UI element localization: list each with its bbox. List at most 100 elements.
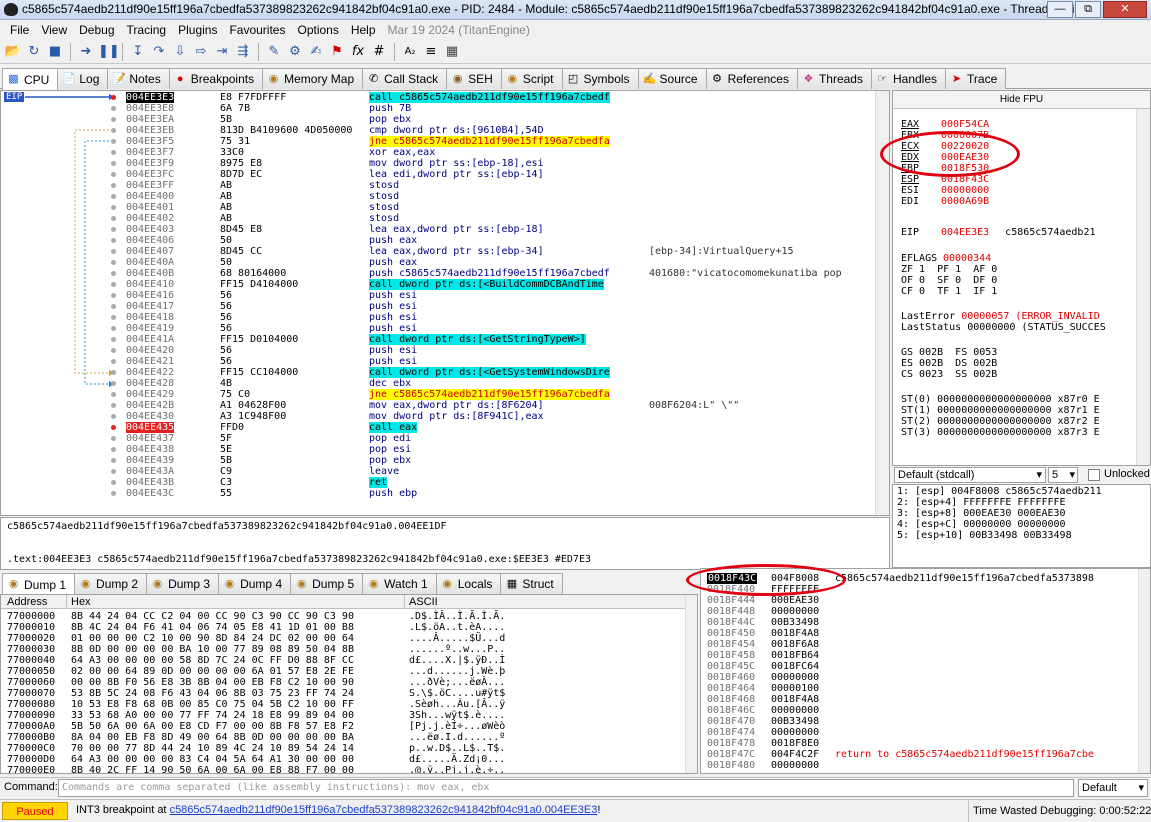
stack-row[interactable]: 0018F458 0018FB64 — [701, 650, 1137, 661]
tab-log[interactable]: 📄 Log — [57, 68, 109, 89]
gutter-dot[interactable] — [111, 260, 116, 265]
stack-row[interactable]: 0018F448 00000000 — [701, 606, 1137, 617]
gutter-dot[interactable] — [111, 392, 116, 397]
gutter-dot[interactable] — [111, 491, 116, 496]
tab-source[interactable]: ✍ Source — [637, 68, 707, 89]
tab-call-stack[interactable]: ✆ Call Stack — [362, 68, 448, 89]
gutter-dot[interactable] — [111, 271, 116, 276]
scylla-icon[interactable]: ✎ — [265, 43, 283, 61]
menu-favourites[interactable]: Favourites — [223, 23, 291, 37]
tab-script[interactable]: ◉ Script — [500, 68, 563, 89]
tab-threads[interactable]: ❖ Threads — [796, 68, 872, 89]
disasm-row[interactable]: 004EE3FC 8D7D EC lea edi,dword ptr ss:[ebp… — [123, 169, 875, 180]
gutter-dot[interactable] — [111, 304, 116, 309]
tab-seh[interactable]: ◉ SEH — [446, 68, 502, 89]
disasm-row[interactable]: 004EE429 75 C0 jne c5865c574aedb211df90e15… — [123, 389, 875, 400]
fpu-row-2[interactable]: ST(2) 0000000000000000000 x87r2 E — [901, 416, 1100, 427]
gutter-dot[interactable] — [111, 194, 116, 199]
column-ascii[interactable]: ASCII — [409, 595, 438, 609]
menu-file[interactable]: File — [4, 23, 35, 37]
gutter-dot[interactable] — [111, 337, 116, 342]
dump-row[interactable]: 77000070 53 8B 5C 24 08 F6 43 04 06 8B 03… — [1, 688, 685, 699]
unlocked-checkbox[interactable] — [1088, 469, 1100, 481]
calculator-icon[interactable]: ▦ — [443, 43, 461, 61]
dump-row[interactable]: 770000E0 8B 40 2C FF 14 90 50 6A 00 6A 00… — [1, 765, 685, 773]
tab-memory-map[interactable]: ◉ Memory Map — [262, 68, 364, 89]
last-status-value[interactable]: 00000000 — [967, 322, 1015, 333]
run-icon[interactable]: ➜ — [77, 43, 95, 61]
gutter-dot[interactable] — [111, 106, 116, 111]
disasm-row[interactable]: 004EE43C 55 push ebp — [123, 488, 875, 499]
registers-scrollbar[interactable] — [1136, 109, 1150, 465]
fpu-row-1[interactable]: ST(1) 0000000000000000000 x87r1 E — [901, 405, 1100, 416]
command-mode-select[interactable]: Default ▾ — [1078, 779, 1148, 797]
stack-row[interactable]: 0018F478 0018F8E0 — [701, 738, 1137, 749]
tab-dump-2[interactable]: ◉ Dump 2 — [74, 573, 148, 594]
breakpoint-dot[interactable] — [111, 425, 116, 430]
dump-row[interactable]: 77000090 33 53 68 A0 00 00 77 FF 74 24 18… — [1, 710, 685, 721]
dump-row[interactable]: 770000A0 5B 50 6A 00 6A 00 E8 CD F7 00 00… — [1, 721, 685, 732]
tab-struct[interactable]: ▦ Struct — [500, 573, 563, 594]
dump-pane[interactable]: Address Hex ASCII 77000000 8B 44 24 04 CC… — [0, 594, 698, 774]
gutter-dot[interactable] — [111, 95, 116, 100]
restart-icon[interactable]: ↻ — [25, 43, 43, 61]
stack-row[interactable]: 0018F480 00000000 — [701, 760, 1137, 771]
disasm-row[interactable]: 004EE419 56 push esi — [123, 323, 875, 334]
dump-row[interactable]: 77000050 02 00 00 64 89 0D 00 00 00 00 6A… — [1, 666, 685, 677]
column-hex[interactable]: Hex — [71, 595, 91, 609]
stack-row[interactable]: 0018F46C 00000000 — [701, 705, 1137, 716]
eflags-value[interactable]: 00000344 — [943, 253, 991, 264]
command-input[interactable]: Commands are comma separated (like assem… — [58, 779, 1074, 797]
menu-tracing[interactable]: Tracing — [121, 23, 173, 37]
stack-row[interactable]: 0018F474 00000000 — [701, 727, 1137, 738]
gutter-dot[interactable] — [111, 183, 116, 188]
gutter-dot[interactable] — [111, 205, 116, 210]
stack-pane[interactable]: 0018F43C 004F8008 c5865c574aedb211df90e15f… — [700, 568, 1151, 774]
gutter-dot[interactable] — [111, 315, 116, 320]
dump-row[interactable]: 770000D0 64 A3 00 00 00 00 83 C4 04 5A 64… — [1, 754, 685, 765]
tab-notes[interactable]: 📝 Notes — [107, 68, 170, 89]
disasm-row[interactable]: 004EE3E3 E8 F7FDFFFF call c5865c574aedb211… — [123, 92, 875, 103]
trace-into-icon[interactable]: ⇩ — [171, 43, 189, 61]
tab-handles[interactable]: ☞ Handles — [870, 68, 947, 89]
gutter-dot[interactable] — [111, 172, 116, 177]
disasm-row[interactable]: 004EE3EA 5B pop ebx — [123, 114, 875, 125]
tab-cpu[interactable]: ▩ CPU — [2, 68, 59, 90]
restore-button[interactable]: ⧉ — [1075, 1, 1101, 18]
gutter-dot[interactable] — [111, 359, 116, 364]
disasm-row[interactable]: 004EE3EB 813D B4109600 4D050000 cmp dword … — [123, 125, 875, 136]
tab-symbols[interactable]: ◰ Symbols — [561, 68, 639, 89]
gutter-dot[interactable] — [111, 238, 116, 243]
dump-row[interactable]: 77000020 01 00 00 00 C2 10 00 90 8D 84 24… — [1, 633, 685, 644]
disasm-row[interactable]: 004EE41A FF15 D0104000 call dword ptr ds:[… — [123, 334, 875, 345]
gutter-dot[interactable] — [111, 293, 116, 298]
tab-dump-5[interactable]: ◉ Dump 5 — [290, 573, 364, 594]
column-address[interactable]: Address — [7, 595, 47, 609]
disasm-row[interactable]: 004EE438 5E pop esi — [123, 444, 875, 455]
strings-icon[interactable]: A₂ — [401, 43, 419, 61]
gutter-dot[interactable] — [111, 128, 116, 133]
gutter-dot[interactable] — [111, 117, 116, 122]
dump-row[interactable]: 77000000 8B 44 24 04 CC C2 04 00 CC 90 C3… — [1, 611, 685, 622]
run-to-user-code-icon[interactable]: ⇶ — [234, 43, 252, 61]
gutter-dot[interactable] — [111, 403, 116, 408]
arguments-pane[interactable]: 1: [esp] 004F8008 c5865c574aedb211 2: [e… — [892, 484, 1151, 568]
disasm-row[interactable]: 004EE418 56 push esi — [123, 312, 875, 323]
disasm-row[interactable]: 004EE406 50 push eax — [123, 235, 875, 246]
gutter-dot[interactable] — [111, 227, 116, 232]
minimize-button[interactable]: — — [1047, 1, 1073, 18]
disasm-row[interactable]: 004EE435 FFD0 call eax — [123, 422, 875, 433]
gutter-dot[interactable] — [111, 150, 116, 155]
disasm-row[interactable]: 004EE417 56 push esi — [123, 301, 875, 312]
close-button[interactable]: ✕ — [1103, 1, 1147, 18]
segment-row-1[interactable]: GS 002B FS 0053 — [901, 347, 997, 358]
stack-row[interactable]: 0018F47C 004F4C2F return to c5865c574aedb2… — [701, 749, 1137, 760]
gutter-dot[interactable] — [111, 370, 116, 375]
gutter-dot[interactable] — [111, 282, 116, 287]
dump-row[interactable]: 77000060 00 00 8B F0 56 E8 3B 8B 04 00 EB… — [1, 677, 685, 688]
disasm-row[interactable]: 004EE422 FF15 CC104000 call dword ptr ds:[… — [123, 367, 875, 378]
arg-count-select[interactable]: 5 ▾ — [1048, 467, 1078, 483]
last-error-value[interactable]: 00000057 — [961, 311, 1009, 322]
hide-fpu-button[interactable]: Hide FPU — [893, 91, 1150, 109]
tab-locals[interactable]: ◉ Locals — [435, 573, 502, 594]
